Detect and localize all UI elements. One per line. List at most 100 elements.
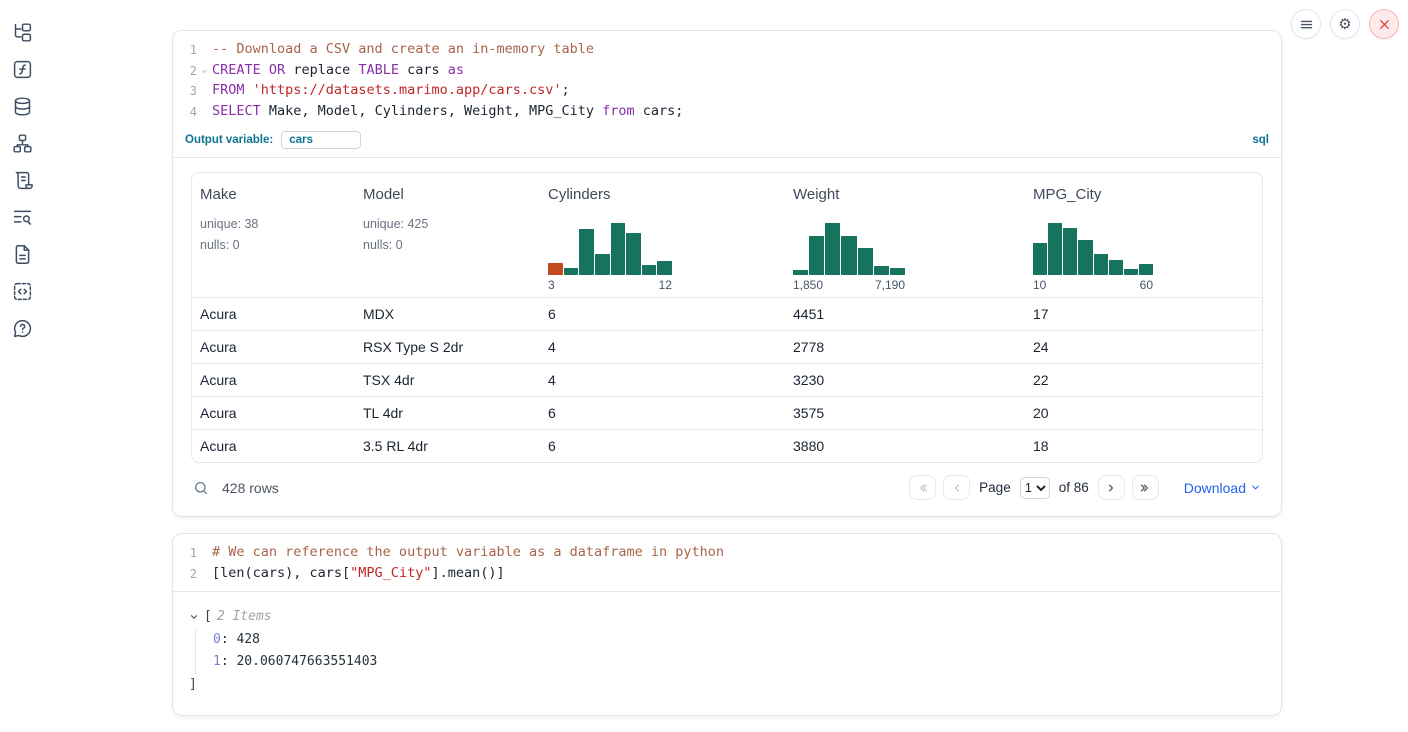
histogram-bar [858, 248, 873, 275]
open-bracket: [ [204, 606, 212, 629]
fold-spacer [197, 40, 212, 61]
table-cell: 4 [540, 372, 785, 388]
line-number: 1 [173, 40, 197, 61]
search-icon[interactable] [193, 480, 209, 496]
code-text: [len(cars), cars["MPG_City"].mean()] [212, 564, 505, 585]
code-text: # We can reference the output variable a… [212, 543, 724, 564]
function-square-icon[interactable] [11, 58, 33, 80]
notebook: 1 -- Download a CSV and create an in-memo… [172, 30, 1282, 732]
previous-page-button[interactable] [943, 475, 970, 500]
histogram-bar [642, 265, 657, 275]
code-text: FROM 'https://datasets.marimo.app/cars.c… [212, 81, 570, 102]
line-number: 4 [173, 102, 197, 123]
tree-item-key: 1 [213, 654, 221, 669]
output-variable-label: Output variable: [185, 134, 273, 146]
file-text-icon[interactable] [11, 243, 33, 265]
page-total-label: of 86 [1059, 480, 1089, 495]
histogram-bar [657, 261, 672, 275]
table-cell: TSX 4dr [355, 372, 540, 388]
helper-panel-sidebar [0, 0, 44, 729]
pagination: Page 1 of 86 Download [909, 475, 1261, 500]
histogram-bar [890, 268, 905, 275]
page-label: Page [979, 480, 1011, 495]
histogram-bar [841, 236, 856, 275]
page-select[interactable]: 1 [1020, 477, 1050, 499]
output-variable-input[interactable] [281, 131, 361, 149]
column-name: Make [200, 186, 347, 203]
table-cell: MDX [355, 306, 540, 322]
column-histogram: 312 [548, 223, 672, 292]
sql-code-editor[interactable]: 1 -- Download a CSV and create an in-memo… [173, 31, 1281, 129]
next-page-button[interactable] [1098, 475, 1125, 500]
table-cell: Acura [192, 306, 355, 322]
python-cell-output: [ 2 Items 0: 4281: 20.060747663551403 ] [173, 592, 1281, 715]
text-search-icon[interactable] [11, 206, 33, 228]
histogram-bar [579, 229, 594, 275]
table-cell: TL 4dr [355, 405, 540, 421]
close-x-icon[interactable] [1369, 9, 1399, 39]
column-header-weight[interactable]: Weight 1,8507,190 [785, 173, 1025, 297]
histogram-bar [1078, 240, 1092, 275]
column-name: Cylinders [548, 186, 777, 203]
table-cell: 6 [540, 405, 785, 421]
line-number: 1 [173, 543, 197, 564]
code-line[interactable]: 3 FROM 'https://datasets.marimo.app/cars.… [173, 81, 1281, 102]
python-cell: 1 # We can reference the output variable … [172, 533, 1282, 716]
chevron-down-icon [1250, 482, 1261, 493]
histogram-bar [1124, 269, 1138, 275]
code-text: SELECT Make, Model, Cylinders, Weight, M… [212, 102, 683, 123]
download-button[interactable]: Download [1184, 480, 1261, 496]
column-stats: unique: 38nulls: 0 [200, 214, 347, 257]
code-line[interactable]: 1 # We can reference the output variable … [173, 543, 1281, 564]
column-name: MPG_City [1033, 186, 1254, 203]
gear-icon[interactable]: ⚙ [1330, 9, 1360, 39]
first-page-button[interactable] [909, 475, 936, 500]
table-cell: 4451 [785, 306, 1025, 322]
code-line[interactable]: 1 -- Download a CSV and create an in-memo… [173, 40, 1281, 61]
code-text: -- Download a CSV and create an in-memor… [212, 40, 594, 61]
python-code-editor[interactable]: 1 # We can reference the output variable … [173, 534, 1281, 592]
column-histogram: 1,8507,190 [793, 223, 905, 292]
histogram-bar [1063, 228, 1077, 275]
column-header-make[interactable]: Make unique: 38nulls: 0 [192, 173, 355, 297]
code-line[interactable]: 2[len(cars), cars["MPG_City"].mean()] [173, 564, 1281, 585]
axis-tick-label: 10 [1033, 278, 1046, 292]
table-cell: RSX Type S 2dr [355, 339, 540, 355]
language-badge[interactable]: sql [1252, 134, 1269, 146]
chevron-down-icon[interactable] [189, 612, 199, 622]
histogram-bar [548, 263, 563, 275]
code-line[interactable]: 2⌄CREATE OR replace TABLE cars as [173, 61, 1281, 82]
axis-tick-label: 1,850 [793, 278, 823, 292]
column-name: Weight [793, 186, 1017, 203]
last-page-button[interactable] [1132, 475, 1159, 500]
scroll-icon[interactable] [11, 169, 33, 191]
file-tree-icon[interactable] [11, 21, 33, 43]
column-header-mpg_city[interactable]: MPG_City 1060 [1025, 173, 1262, 297]
fold-chevron-icon[interactable]: ⌄ [197, 61, 212, 82]
tree-item-key: 0 [213, 632, 221, 647]
histogram-bar [611, 223, 626, 275]
code-snippet-icon[interactable] [11, 280, 33, 302]
fold-spacer [197, 102, 212, 123]
fold-spacer [197, 543, 212, 564]
dependency-graph-icon[interactable] [11, 132, 33, 154]
table-body: AcuraMDX6445117AcuraRSX Type S 2dr427782… [192, 297, 1262, 462]
help-chat-icon[interactable] [11, 317, 33, 339]
hamburger-menu-icon[interactable] [1291, 9, 1321, 39]
column-header-cylinders[interactable]: Cylinders 312 [540, 173, 785, 297]
tree-root: [ 2 Items [189, 606, 1265, 629]
table-cell: 3230 [785, 372, 1025, 388]
histogram-bar [564, 268, 579, 275]
notebook-actions: ⚙ [1291, 9, 1399, 39]
row-count: 428 rows [222, 480, 279, 496]
database-icon[interactable] [11, 95, 33, 117]
column-stats: unique: 425nulls: 0 [363, 214, 532, 257]
column-header-model[interactable]: Modelunique: 425nulls: 0 [355, 173, 540, 297]
table-row: AcuraRSX Type S 2dr4277824 [192, 330, 1262, 363]
line-number: 3 [173, 81, 197, 102]
histogram-bar [793, 270, 808, 275]
histogram-bar [825, 223, 840, 275]
table-cell: 3880 [785, 438, 1025, 454]
column-histogram: 1060 [1033, 223, 1153, 292]
code-line[interactable]: 4 SELECT Make, Model, Cylinders, Weight, … [173, 102, 1281, 123]
